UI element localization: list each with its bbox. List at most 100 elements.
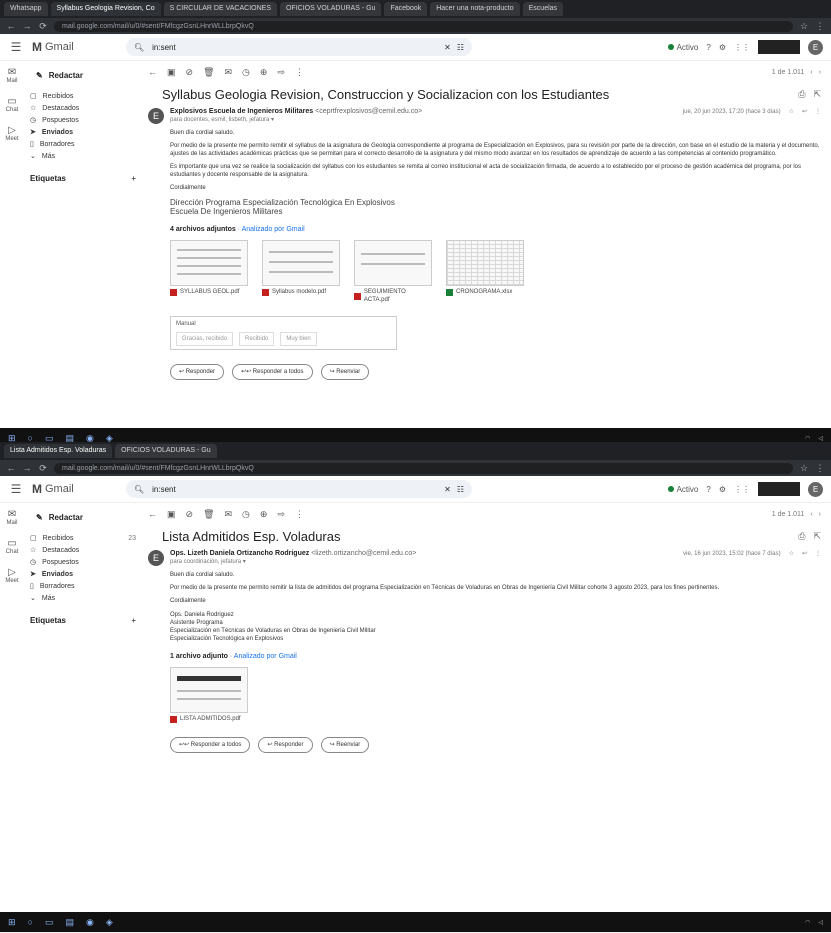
star-icon[interactable]: ☆ xyxy=(789,550,794,557)
reply-icon[interactable]: ↩ xyxy=(802,108,807,115)
gear-icon[interactable]: ⚙ xyxy=(719,43,726,52)
move-icon[interactable]: ⇨ xyxy=(277,67,285,78)
search-input[interactable] xyxy=(150,483,439,495)
forward-button[interactable]: ↪ Reenviar xyxy=(320,364,370,380)
reply-button[interactable]: ↩ Responder xyxy=(170,364,225,380)
attachment[interactable]: Syllabus modelo.pdf xyxy=(262,240,340,304)
reload-icon[interactable]: ⟳ xyxy=(38,21,48,32)
star-icon[interactable]: ☆ xyxy=(799,21,809,32)
search-icon[interactable]: 🔍︎ xyxy=(134,485,144,494)
apps-grid-icon[interactable]: ⋮⋮ xyxy=(734,43,750,52)
search-options-icon[interactable]: ☷ xyxy=(457,485,464,494)
browser-tab-active[interactable]: Syllabus Geologia Revision, Co xyxy=(50,2,161,16)
archive-icon[interactable]: ▣ xyxy=(167,509,176,520)
attachment[interactable]: CRONOGRAMA.xlsx xyxy=(446,240,524,304)
smart-reply-chip[interactable]: Muy bien xyxy=(280,332,317,346)
more-icon[interactable]: ⋮ xyxy=(295,67,304,78)
clear-search-icon[interactable]: ✕ xyxy=(444,485,451,494)
apps-grid-icon[interactable]: ⋮⋮ xyxy=(734,485,750,494)
search-options-icon[interactable]: ☷ xyxy=(457,43,464,52)
smart-reply-chip[interactable]: Gracias, recibido xyxy=(176,332,234,346)
browser-tab[interactable]: Whatsapp xyxy=(4,2,48,16)
main-menu-icon[interactable]: ☰ xyxy=(8,40,24,54)
delete-icon[interactable]: 🗑︎ xyxy=(203,67,214,78)
sidebar-item-sent[interactable]: ➤ Enviados xyxy=(24,126,142,138)
attachment[interactable]: LISTA ADMITIDOS.pdf xyxy=(170,667,248,723)
folder-icon[interactable]: ▤ xyxy=(66,917,75,928)
sidebar-item-inbox[interactable]: ▢ Recibidos xyxy=(24,90,142,102)
compose-button[interactable]: ✎ Redactar xyxy=(28,509,97,526)
mark-unread-icon[interactable]: ✉ xyxy=(225,509,233,520)
status-selector[interactable]: Activo xyxy=(667,485,698,494)
app-icon[interactable]: ◈ xyxy=(106,917,113,928)
clear-search-icon[interactable]: ✕ xyxy=(444,43,451,52)
move-icon[interactable]: ⇨ xyxy=(277,509,285,520)
archive-icon[interactable]: ▣ xyxy=(167,67,176,78)
address-field[interactable]: mail.google.com/mail/u/0/#sent/FMfcgzGsn… xyxy=(54,462,793,474)
reply-all-button[interactable]: ↩↩ Responder a todos xyxy=(170,737,251,753)
reply-button[interactable]: ↩ Responder xyxy=(258,737,313,753)
attachment[interactable]: SEGUIMIENTO ACTA.pdf xyxy=(354,240,432,304)
sidebar-item-inbox[interactable]: ▢ Recibidos 23 xyxy=(24,532,142,544)
recipients[interactable]: para docentes, esmil, lisbeth, jefatura … xyxy=(170,116,422,123)
help-icon[interactable]: ? xyxy=(706,485,710,494)
browser-tab-active[interactable]: Lista Admitidos Esp. Voladuras xyxy=(4,444,113,458)
search-icon[interactable]: ○ xyxy=(28,917,33,927)
prev-icon[interactable]: ‹ xyxy=(810,511,812,518)
back-arrow-icon[interactable]: ← xyxy=(148,509,157,519)
sidebar-item-snoozed[interactable]: ◷ Pospuestos xyxy=(24,114,142,126)
back-icon[interactable]: ← xyxy=(6,21,16,31)
rail-chat[interactable]: ▭ Chat xyxy=(6,538,19,555)
print-icon[interactable]: ⎙ xyxy=(798,89,805,100)
add-task-icon[interactable]: ⊕ xyxy=(260,67,268,78)
browser-tab[interactable]: Hacer una nota-producto xyxy=(430,2,520,16)
compose-button[interactable]: ✎ Redactar xyxy=(28,67,97,84)
forward-button[interactable]: ↪ Reenviar xyxy=(320,737,370,753)
gmail-logo[interactable]: M Gmail xyxy=(32,40,118,54)
status-selector[interactable]: Activo xyxy=(667,43,698,52)
main-menu-icon[interactable]: ☰ xyxy=(8,482,24,496)
search-bar[interactable]: 🔍︎ ✕ ☷ xyxy=(126,480,472,498)
back-arrow-icon[interactable]: ← xyxy=(148,67,157,77)
add-task-icon[interactable]: ⊕ xyxy=(260,509,268,520)
report-icon[interactable]: ⊘ xyxy=(186,67,194,78)
next-icon[interactable]: › xyxy=(819,69,821,76)
avatar[interactable]: E xyxy=(808,39,823,55)
browser-tab[interactable]: Facebook xyxy=(384,2,428,16)
sidebar-item-snoozed[interactable]: ◷ Pospuestos xyxy=(24,556,142,568)
menu-icon[interactable]: ⋮ xyxy=(815,21,825,32)
org-logo[interactable] xyxy=(758,40,800,54)
rail-chat[interactable]: ▭ Chat xyxy=(6,96,19,113)
add-label-icon[interactable]: + xyxy=(131,616,136,625)
rail-meet[interactable]: ▷ Meet xyxy=(5,125,18,142)
system-tray[interactable]: ◠ ◁ xyxy=(805,919,823,926)
avatar[interactable]: E xyxy=(808,481,823,497)
browser-tab[interactable]: Escuelas xyxy=(522,2,564,16)
attachment[interactable]: SYLLABUS GEOL.pdf xyxy=(170,240,248,304)
prev-icon[interactable]: ‹ xyxy=(810,69,812,76)
report-icon[interactable]: ⊘ xyxy=(186,509,194,520)
reply-icon[interactable]: ↩ xyxy=(802,550,807,557)
browser-tab[interactable]: S CIRCULAR DE VACACIONES xyxy=(163,2,277,16)
smart-reply-chip[interactable]: Recibido xyxy=(239,332,275,346)
gear-icon[interactable]: ⚙ xyxy=(719,485,726,494)
rail-mail[interactable]: ✉ Mail xyxy=(6,67,17,84)
next-icon[interactable]: › xyxy=(819,511,821,518)
org-logo[interactable] xyxy=(758,482,800,496)
print-icon[interactable]: ⎙ xyxy=(798,531,805,542)
snooze-icon[interactable]: ◷ xyxy=(242,509,250,520)
more-icon[interactable]: ⋮ xyxy=(815,108,821,115)
recipients[interactable]: para coordinación, jefatura ▾ xyxy=(170,558,416,565)
snooze-icon[interactable]: ◷ xyxy=(242,67,250,78)
forward-icon[interactable]: → xyxy=(22,463,32,473)
star-icon[interactable]: ☆ xyxy=(799,463,809,474)
help-icon[interactable]: ? xyxy=(706,43,710,52)
sidebar-item-more[interactable]: ⌄ Más xyxy=(24,592,142,604)
add-label-icon[interactable]: + xyxy=(131,174,136,183)
star-icon[interactable]: ☆ xyxy=(789,108,794,115)
menu-icon[interactable]: ⋮ xyxy=(815,463,825,474)
sidebar-item-drafts[interactable]: ▯ Borradores xyxy=(24,138,142,150)
search-bar[interactable]: 🔍︎ ✕ ☷ xyxy=(126,38,472,56)
sidebar-item-sent[interactable]: ➤ Enviados xyxy=(24,568,142,580)
sidebar-item-starred[interactable]: ☆ Destacados xyxy=(24,102,142,114)
